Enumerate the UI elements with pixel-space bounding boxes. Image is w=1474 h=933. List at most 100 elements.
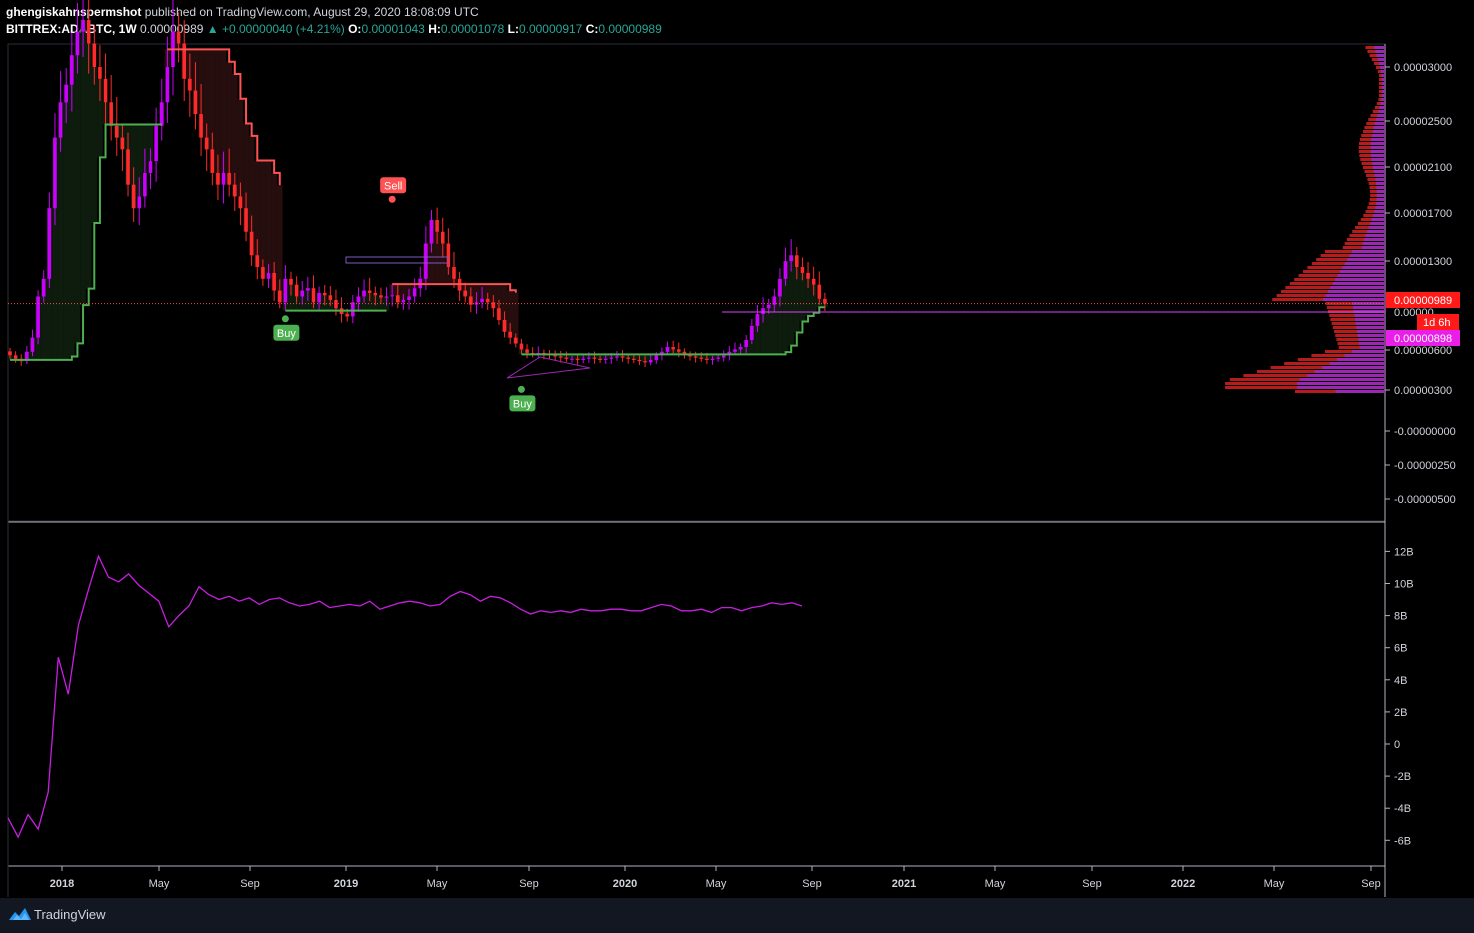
vp-bar-buy [1375, 50, 1385, 53]
oscillator-line [7, 554, 803, 839]
candle-body [795, 255, 799, 268]
candle-body [277, 290, 282, 303]
vp-bar-buy [1373, 170, 1385, 173]
vp-bar-buy [1358, 342, 1385, 345]
candle-body [480, 298, 484, 303]
tradingview-logo-icon[interactable] [8, 906, 32, 922]
buy-signal: Buy [509, 385, 536, 412]
vp-bar-buy [1332, 282, 1385, 285]
vp-bar-buy [1376, 190, 1385, 193]
candle-body [446, 243, 451, 268]
candle-body [216, 172, 220, 185]
signal-dot [517, 385, 525, 393]
candle-body [452, 267, 456, 279]
vp-bar-buy [1370, 150, 1385, 153]
vp-bar-buy [1381, 70, 1385, 73]
candle-body [120, 137, 125, 150]
candle-body [227, 172, 231, 185]
time-tick-label: Sep [1082, 878, 1102, 890]
candle-body [435, 219, 439, 232]
vp-bar-buy [1379, 106, 1385, 109]
vp-bar-buy [1381, 82, 1385, 85]
candle-body [806, 272, 810, 279]
candle-body [705, 358, 709, 360]
price-tick-label: -0.00000000 [1394, 426, 1456, 438]
candle-body [41, 278, 46, 297]
candle-body [699, 357, 704, 359]
ribbon-fill [265, 160, 272, 273]
vp-bar-buy [1378, 110, 1385, 113]
candle-body [823, 298, 827, 304]
time-tick-label: May [985, 878, 1006, 890]
vp-bar-buy [1376, 194, 1385, 197]
candle-body [266, 272, 271, 279]
candle-body [632, 358, 636, 360]
vp-bar-buy [1381, 74, 1385, 77]
candle-body [424, 243, 428, 279]
footer-bar: TradingView [0, 898, 1474, 933]
candle-body [367, 290, 372, 293]
candle-body [401, 299, 406, 303]
candle-body [508, 331, 512, 338]
candle-body [384, 296, 389, 298]
signal-dot [281, 315, 289, 323]
vp-bar-buy [1330, 286, 1385, 289]
candle-body [800, 267, 805, 273]
candle-body [581, 358, 586, 360]
chart-canvas[interactable]: SellBuySellBuy 0.000030000.000025000.000… [0, 0, 1474, 898]
candle-body [98, 67, 102, 79]
vp-bar-buy [1358, 338, 1385, 341]
candle-body [789, 255, 793, 262]
vp-bar-buy [1375, 118, 1385, 121]
tradingview-brand[interactable]: TradingView [34, 907, 106, 922]
vp-bar-buy [1374, 46, 1385, 49]
time-tick-label: May [427, 878, 448, 890]
time-tick-label: May [1264, 878, 1285, 890]
candle-body [615, 356, 619, 358]
candle-body [137, 196, 142, 209]
vp-bar-buy [1297, 386, 1385, 389]
signal-dot [388, 195, 396, 203]
candle-body [294, 284, 299, 297]
vp-bar-buy [1354, 318, 1385, 321]
vp-bar-buy [1376, 202, 1385, 205]
price-tick-label: -0.00000250 [1394, 460, 1456, 472]
candle-body [665, 347, 670, 352]
vp-bar-buy [1299, 378, 1385, 381]
vp-bar-buy [1372, 166, 1385, 169]
vp-bar-buy [1376, 198, 1385, 201]
vp-bar-buy [1368, 226, 1385, 229]
candle-body [272, 272, 276, 291]
candle-body [744, 339, 749, 348]
candle-body [598, 358, 602, 360]
ribbon-fill [85, 43, 92, 289]
vp-bar-buy [1352, 250, 1385, 253]
candle-body [204, 137, 209, 150]
vp-bar-buy [1381, 86, 1385, 89]
time-tick-label: 2019 [334, 878, 358, 890]
time-tick-label: May [706, 878, 727, 890]
volume-profile [1225, 46, 1385, 393]
price-tick-label: 0.00002500 [1394, 116, 1452, 128]
candle-body [362, 290, 366, 297]
candle-body [373, 292, 378, 296]
candle-body [188, 78, 192, 91]
price-tick-label: 0.00000600 [1394, 345, 1452, 357]
candle-body [738, 347, 743, 350]
candle-body [497, 308, 501, 320]
vp-bar-buy [1377, 58, 1385, 61]
vp-bar-buy [1342, 266, 1385, 269]
candle-body [148, 161, 153, 173]
vp-bar-buy [1361, 246, 1385, 249]
vp-bar-buy [1352, 306, 1385, 309]
vp-bar-buy [1335, 278, 1385, 281]
vp-bar-buy [1371, 218, 1385, 221]
osc-tick-label: 10B [1394, 579, 1414, 591]
candle-body [322, 292, 327, 296]
candle-body [693, 356, 698, 358]
candle-body [733, 349, 737, 352]
candle-body [761, 308, 765, 315]
vp-bar-buy [1376, 182, 1385, 185]
ribbon-fill [63, 84, 70, 360]
vp-bar-buy [1359, 346, 1385, 349]
